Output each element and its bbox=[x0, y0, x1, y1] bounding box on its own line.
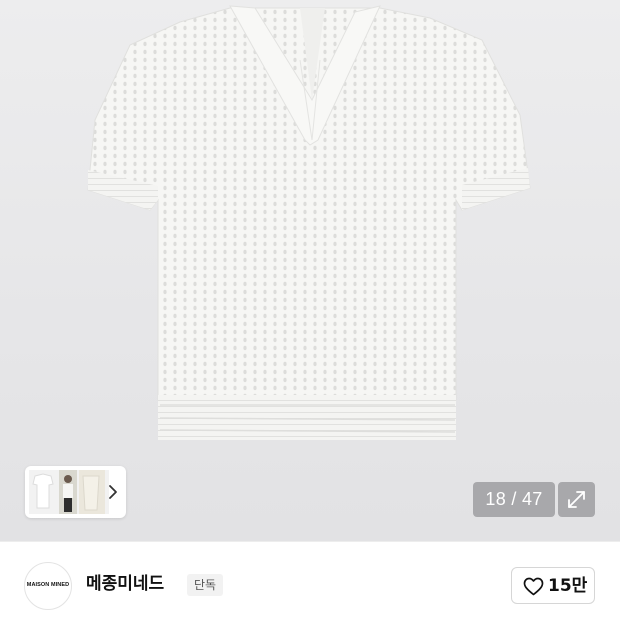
like-button[interactable]: 15만 bbox=[511, 567, 595, 604]
product-image bbox=[87, 5, 531, 440]
heart-outline-icon bbox=[523, 577, 544, 596]
thumbnail-image[interactable] bbox=[29, 470, 109, 514]
chevron-right-icon[interactable] bbox=[106, 482, 120, 502]
brand-row: MAISON MINED 메종미네드 단독 15만 bbox=[0, 542, 620, 620]
expand-arrows-icon bbox=[568, 491, 585, 508]
expand-button[interactable] bbox=[558, 482, 595, 517]
brand-logo[interactable]: MAISON MINED bbox=[24, 562, 72, 610]
product-image-gallery[interactable]: 18 / 47 bbox=[0, 0, 620, 541]
brand-logo-text: MAISON MINED bbox=[26, 582, 70, 588]
thumbnail-strip[interactable] bbox=[25, 466, 126, 518]
image-counter: 18 / 47 bbox=[473, 482, 555, 517]
like-count: 15만 bbox=[548, 576, 588, 596]
brand-name-link[interactable]: 메종미네드 bbox=[86, 572, 164, 596]
exclusive-badge: 단독 bbox=[187, 574, 224, 596]
